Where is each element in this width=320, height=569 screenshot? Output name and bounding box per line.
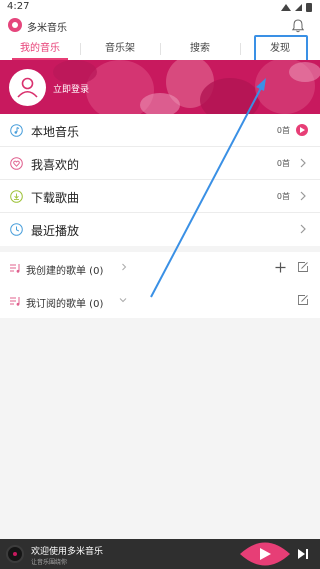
menu-label: 本地音乐: [31, 125, 80, 139]
bell-icon[interactable]: [290, 18, 306, 34]
heart-icon: [10, 157, 23, 170]
play-icon[interactable]: [240, 539, 290, 569]
app-title: 多米音乐: [27, 23, 67, 34]
clock-icon: [10, 223, 23, 236]
next-track-icon[interactable]: [297, 548, 309, 560]
avatar[interactable]: [9, 69, 46, 106]
music-note-icon: [10, 124, 23, 137]
chevron-right-icon: [122, 263, 127, 271]
playlist-icon: [10, 297, 20, 306]
menu-item-recent[interactable]: 最近播放: [0, 213, 320, 246]
profile-banner[interactable]: 立即登录: [0, 60, 320, 114]
playlist-label: 我创建的歌单 (0): [26, 266, 104, 277]
album-disc-icon: [6, 545, 24, 563]
chevron-down-icon: [119, 298, 127, 303]
menu-item-local-music[interactable]: 本地音乐 0首: [0, 114, 320, 147]
status-bar: 4:27: [0, 0, 320, 14]
player-title: 欢迎使用多米音乐: [31, 547, 104, 557]
menu-label: 最近播放: [31, 224, 80, 238]
playlist-section: 我创建的歌单 (0) 我订阅的歌单 (0): [0, 252, 320, 318]
banner-artwork: [0, 60, 320, 114]
playlist-icon: [10, 264, 20, 273]
tab-music-shelf[interactable]: 音乐架: [80, 38, 160, 60]
wifi-icon: [281, 4, 291, 11]
my-music-menu: 本地音乐 0首 我喜欢的 0首 下载歌曲 0首 最近播放: [0, 114, 320, 246]
chevron-right-icon: [300, 191, 306, 201]
download-icon: [10, 190, 23, 203]
chevron-right-icon: [300, 224, 306, 234]
playlist-row-subscribed[interactable]: 我订阅的歌单 (0): [0, 285, 320, 318]
song-count: 0首: [276, 192, 290, 201]
menu-item-favorites[interactable]: 我喜欢的 0首: [0, 147, 320, 180]
menu-item-downloads[interactable]: 下载歌曲 0首: [0, 180, 320, 213]
edit-icon[interactable]: [297, 294, 309, 306]
tab-my-music[interactable]: 我的音乐: [0, 38, 80, 60]
menu-label: 我喜欢的: [31, 158, 80, 172]
song-count: 0首: [276, 159, 290, 168]
song-count: 0首: [276, 126, 290, 135]
playlist-label: 我订阅的歌单 (0): [26, 299, 104, 310]
battery-icon: [306, 3, 312, 12]
playlist-row-created[interactable]: 我创建的歌单 (0): [0, 252, 320, 285]
edit-icon[interactable]: [297, 261, 309, 273]
play-icon[interactable]: [296, 124, 308, 136]
status-time: 4:27: [7, 1, 30, 12]
user-icon: [17, 77, 38, 98]
logo-icon: [8, 18, 22, 32]
menu-label: 下载歌曲: [31, 191, 80, 205]
signal-icon: [295, 4, 302, 11]
highlight-box: [254, 35, 308, 63]
add-icon[interactable]: [275, 262, 286, 273]
player-subtitle: 让音乐围绕你: [31, 559, 68, 566]
login-link[interactable]: 立即登录: [53, 82, 89, 95]
chevron-right-icon: [300, 158, 306, 168]
tab-search[interactable]: 搜索: [160, 38, 240, 60]
mini-player[interactable]: 欢迎使用多米音乐 让音乐围绕你: [0, 539, 320, 569]
status-icons: [281, 3, 312, 12]
